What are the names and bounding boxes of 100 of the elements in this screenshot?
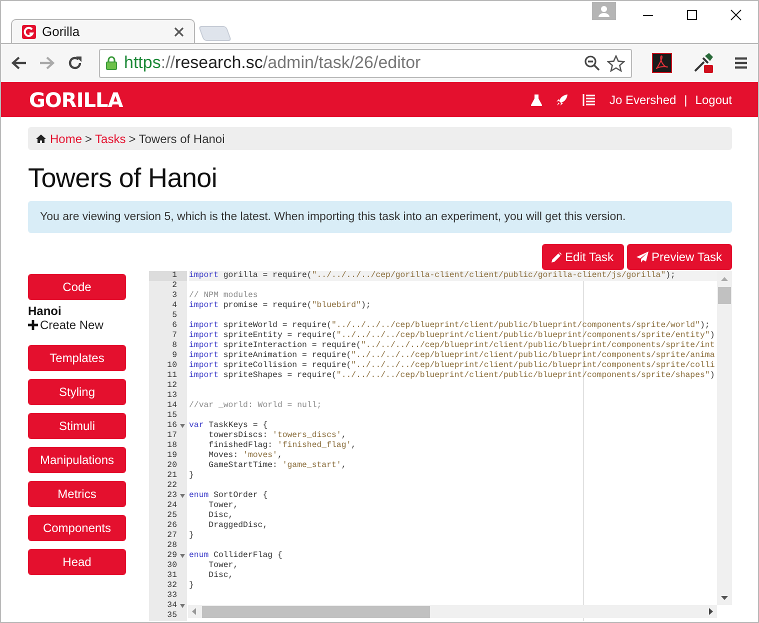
code-line: } [189,531,194,540]
sidebar-button[interactable]: Components [28,515,126,541]
rocket-icon[interactable] [556,94,568,106]
code-line: import spriteAnimation = require("../../../../cep/blueprint/client/public/blueprint/components/sprite/anima [189,351,715,360]
line-number: 26 [167,521,177,531]
line-number: 22 [167,481,177,491]
vertical-scrollbar[interactable] [717,271,732,605]
line-number: 19 [167,451,177,461]
sidebar-button[interactable]: Styling [28,379,126,405]
edit-task-button[interactable]: Edit Task [542,244,624,270]
close-icon[interactable] [174,26,184,36]
create-new-link[interactable]: Create New [28,318,104,332]
pdf-extension-icon[interactable] [652,53,672,73]
code-line: import spriteEntity = require("../../../../cep/blueprint/client/public/blueprint/components/sprite/entity") [189,331,715,340]
line-number: 2 [172,281,177,291]
fold-arrow-icon[interactable] [180,424,184,428]
code-line: finishedFlag: 'finished_flag', [208,441,356,450]
code-line: import promise = require("bluebird"); [189,301,371,310]
line-number: 10 [167,361,177,371]
code-line: enum SortOrder { [189,491,268,500]
line-number: 7 [172,331,177,341]
page-title: Towers of Hanoi [28,162,218,195]
code-line: DraggedDisc, [208,521,268,530]
code-line: Disc, [208,571,234,580]
favicon-icon [22,24,36,38]
code-line: import spriteShapes = require("../../../../cep/blueprint/client/public/blueprint/components/sprite/shapes") [189,371,715,380]
scroll-right-icon[interactable] [709,608,713,615]
eyedropper-icon[interactable] [692,52,714,74]
zoom-out-icon[interactable] [584,55,600,71]
sidebar-button[interactable]: Templates [28,345,126,371]
line-number: 14 [167,401,177,411]
scroll-left-icon[interactable] [192,608,196,615]
line-number: 13 [167,391,177,401]
line-number: 3 [172,291,177,301]
code-line: towersDiscs: 'towers_discs', [208,431,346,440]
code-line: Moves: 'moves', [208,451,282,460]
paper-plane-icon [636,251,649,263]
sidebar-button[interactable]: Metrics [28,481,126,507]
line-number: 24 [167,501,177,511]
code-line: Tower, [208,501,238,510]
line-number: 6 [172,321,177,331]
tab-title: Gorilla [42,24,81,39]
fold-arrow-icon[interactable] [180,554,184,558]
sidebar-button[interactable]: Code [28,274,126,300]
breadcrumb-separator: > [128,132,136,146]
code-line: //var _world: World = null; [189,401,322,410]
line-number: 32 [167,581,177,591]
scroll-thumb[interactable] [202,606,430,618]
code-line: enum ColliderFlag { [189,551,282,560]
fold-arrow-icon[interactable] [180,494,184,498]
close-icon[interactable] [730,9,742,21]
lock-icon [106,56,117,70]
line-number: 11 [167,371,177,381]
breadcrumb-link[interactable]: Home [50,132,82,146]
horizontal-scrollbar[interactable] [188,605,717,618]
fold-arrow-icon[interactable] [180,604,184,608]
list-icon[interactable] [582,94,596,106]
line-number: 8 [172,341,177,351]
user-link[interactable]: Jo Evershed [609,92,676,106]
code-editor[interactable] [149,271,732,621]
star-icon[interactable] [607,54,625,72]
flask-icon[interactable] [531,94,542,106]
code-line: import spriteWorld = require("../../../../cep/blueprint/client/public/blueprint/components/sprite/world"); [189,321,710,330]
url-field[interactable]: https://research.sc/admin/task/26/editor [99,48,632,78]
code-line: } [189,471,194,480]
line-number: 18 [167,441,177,451]
sidebar-button[interactable]: Manipulations [28,447,126,473]
file-link[interactable]: Hanoi [28,304,62,318]
browser-tab[interactable]: Gorilla [11,19,195,43]
scroll-thumb[interactable] [718,287,731,304]
back-arrow-icon[interactable] [11,56,27,70]
maximize-icon[interactable] [686,9,698,21]
scroll-down-icon[interactable] [721,596,728,600]
pencil-icon [551,252,562,262]
reload-icon[interactable] [67,55,83,71]
breadcrumb-link[interactable]: Tasks [95,132,126,146]
line-number: 15 [167,411,177,421]
line-number: 25 [167,511,177,521]
line-number: 28 [167,541,177,551]
code-line: import spriteInteraction = require("../../../../cep/blueprint/client/public/blueprint/components/sprite/int [189,341,715,350]
code-line: Tower, [208,561,238,570]
site-logo[interactable]: GORILLA [29,88,123,112]
home-icon[interactable] [36,134,46,143]
sidebar-button[interactable]: Stimuli [28,413,126,439]
plus-icon [28,320,38,330]
code-line: } [189,581,194,590]
preview-task-button[interactable]: Preview Task [626,244,732,270]
code-line: import spriteCollision = require("../../../../cep/blueprint/client/public/blueprint/components/sprite/colli [189,361,715,370]
code-line: Disc, [208,511,234,520]
line-number: 5 [172,311,177,321]
breadcrumb-separator: > [85,132,92,146]
line-number: 27 [167,531,177,541]
menu-icon[interactable] [734,56,748,70]
separator: | [684,92,688,106]
line-number: 34 [167,601,177,611]
line-number: 33 [167,591,177,601]
logout-link[interactable]: Logout [695,92,732,106]
sidebar-button[interactable]: Head [28,549,126,575]
line-number: 9 [172,351,177,361]
line-number: 4 [172,301,177,311]
